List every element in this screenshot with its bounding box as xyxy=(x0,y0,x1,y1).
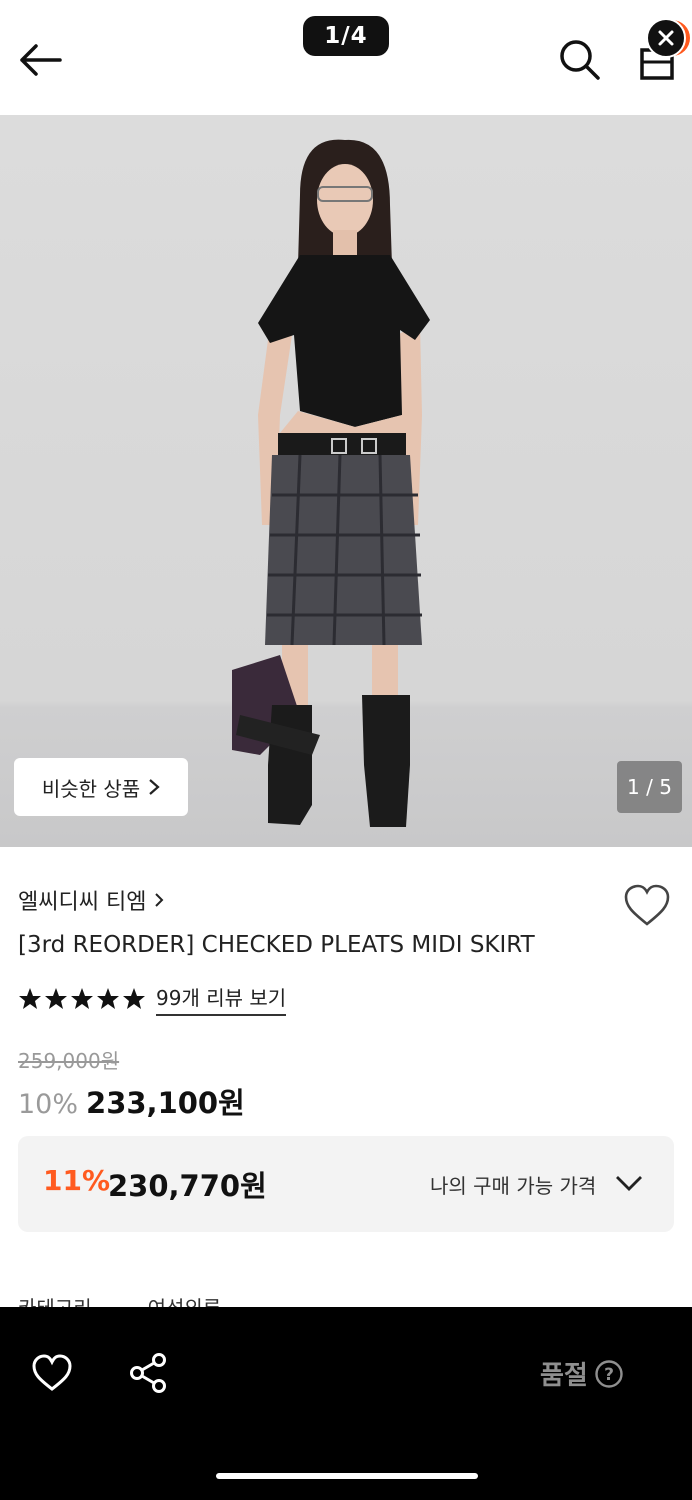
original-price: 259,000원 xyxy=(18,1049,120,1073)
bottom-action-bar: 품절 ? xyxy=(0,1307,692,1500)
my-price-value: 230,770원 xyxy=(108,1169,267,1203)
bottom-wishlist-button[interactable] xyxy=(30,1353,74,1393)
share-icon xyxy=(130,1353,166,1393)
sold-out-status: 품절 ? xyxy=(540,1355,624,1392)
brand-link[interactable]: 엘씨디씨 티엠 xyxy=(18,884,164,916)
chevron-right-icon xyxy=(149,779,160,795)
svg-text:?: ? xyxy=(604,1365,614,1385)
heart-icon xyxy=(624,884,670,926)
similar-products-label: 비슷한 상품 xyxy=(41,776,141,801)
chevron-right-icon xyxy=(155,893,164,907)
product-title: [3rd REORDER] CHECKED PLEATS MIDI SKIRT xyxy=(18,932,535,958)
close-button[interactable] xyxy=(646,18,686,58)
back-button[interactable] xyxy=(16,38,64,82)
heart-icon xyxy=(32,1354,72,1391)
sale-price: 233,100원 xyxy=(86,1086,245,1120)
model-photo xyxy=(232,139,430,827)
similar-products-button[interactable]: 비슷한 상품 xyxy=(14,758,188,816)
reviews-link[interactable]: 99개 리뷰 보기 xyxy=(156,982,287,1016)
star-icon xyxy=(45,988,67,1009)
sale-price-row: 10% 233,100원 xyxy=(18,1080,245,1122)
discount-percent: 10% xyxy=(18,1089,79,1120)
help-icon[interactable]: ? xyxy=(594,1359,624,1389)
search-button[interactable] xyxy=(556,36,602,82)
my-price-discount: 11% xyxy=(43,1164,111,1197)
my-price-dropdown[interactable]: 11% 230,770원 나의 구매 가능 가격 xyxy=(18,1136,674,1232)
top-bar: 1/4 xyxy=(0,0,692,115)
star-icon xyxy=(71,988,93,1009)
product-image[interactable]: 비슷한 상품 1 / 5 xyxy=(0,115,692,847)
brand-name: 엘씨디씨 티엠 xyxy=(18,890,147,915)
home-indicator xyxy=(216,1473,478,1479)
rating-stars xyxy=(18,987,146,1011)
rating-row: 99개 리뷰 보기 xyxy=(18,982,287,1016)
search-icon xyxy=(560,40,600,80)
back-arrow-icon xyxy=(20,44,62,76)
gallery-counter: 1 / 5 xyxy=(617,761,682,813)
close-icon xyxy=(658,30,674,46)
sold-out-label: 품절 xyxy=(540,1361,588,1391)
my-price-label: 나의 구매 가능 가격 xyxy=(430,1174,597,1198)
star-icon xyxy=(123,988,145,1009)
wishlist-button[interactable] xyxy=(622,882,672,930)
star-icon xyxy=(97,988,119,1009)
image-page-counter: 1/4 xyxy=(303,16,389,56)
star-icon xyxy=(19,988,41,1009)
chevron-down-icon xyxy=(616,1176,642,1191)
share-button[interactable] xyxy=(126,1351,170,1395)
